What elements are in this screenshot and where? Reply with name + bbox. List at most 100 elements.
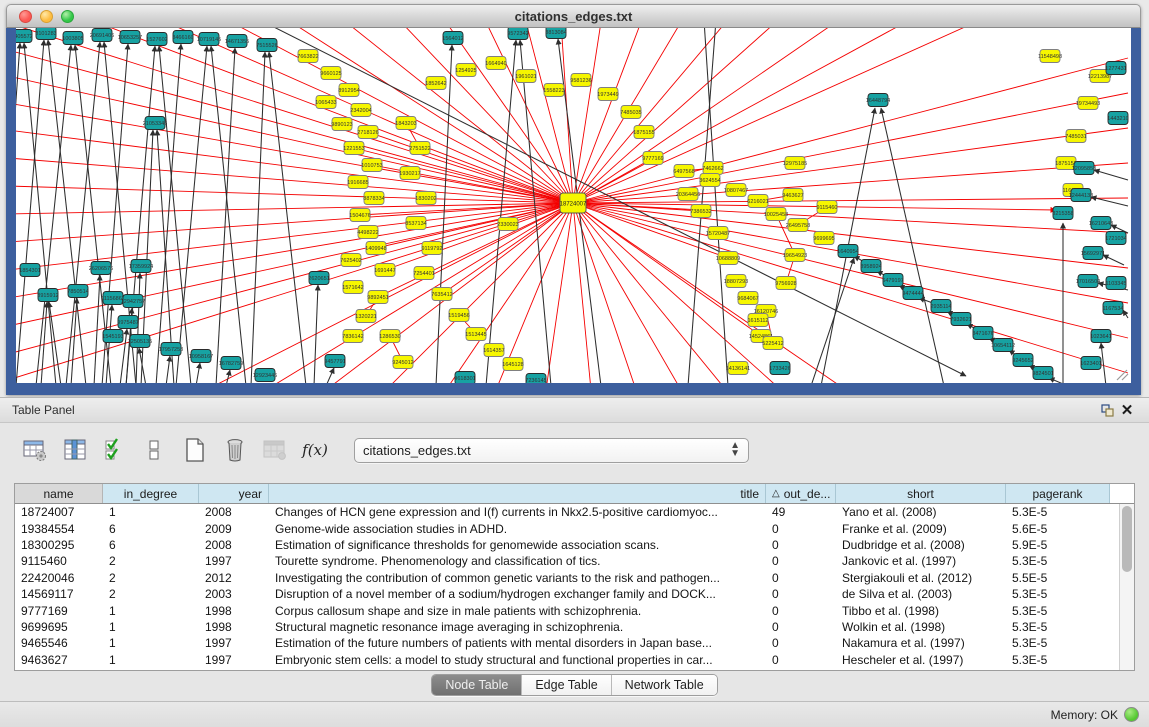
graph-node[interactable]: 17016504	[1076, 275, 1100, 288]
graph-node[interactable]: 2405572	[16, 30, 33, 43]
graph-node[interactable]: 1286530	[379, 330, 400, 343]
graph-node[interactable]: 1615112	[747, 314, 768, 327]
graph-node[interactable]: 12975185	[783, 157, 807, 170]
graph-node[interactable]: 1545193	[102, 330, 123, 343]
graph-node[interactable]: 9975487	[117, 316, 138, 329]
graph-node[interactable]: 9474444	[902, 287, 923, 300]
graph-node[interactable]: 1875155	[633, 126, 654, 139]
graph-node[interactable]: 9824501	[1032, 367, 1053, 380]
graph-node[interactable]: 1443210	[1107, 112, 1128, 125]
graph-node[interactable]: 21053346	[143, 117, 167, 130]
graph-node[interactable]: 9115460	[816, 201, 837, 214]
graph-node[interactable]: 7386532	[690, 205, 711, 218]
graph-node[interactable]: 1103345	[1105, 277, 1126, 290]
graph-node[interactable]: 8537134	[405, 217, 426, 230]
column-header-pagerank[interactable]: pagerank	[1006, 484, 1110, 503]
graph-node[interactable]: 15692971	[1081, 247, 1105, 260]
network-table-select[interactable]: citations_edges.txt ▲▼	[354, 438, 749, 463]
graph-node[interactable]: 7462662	[702, 162, 723, 175]
graph-hub-node[interactable]: 18724007	[560, 193, 587, 213]
graph-node[interactable]: 8215358	[1052, 207, 1073, 220]
graph-node[interactable]: 8878334	[363, 192, 384, 205]
graph-node[interactable]: 20364456	[676, 188, 700, 201]
table-row[interactable]: 2242004622012Investigating the contribut…	[15, 570, 1134, 586]
scrollbar-thumb[interactable]	[1122, 506, 1132, 572]
graph-node[interactable]: 7254401	[413, 267, 434, 280]
graph-node[interactable]: 12923446	[253, 369, 277, 382]
graph-node[interactable]: 6479197	[882, 274, 903, 287]
create-column-button[interactable]	[180, 435, 210, 465]
graph-node[interactable]: 17957253	[159, 343, 183, 356]
graph-node[interactable]: 2718126	[357, 126, 378, 139]
graph-node[interactable]: 1623401	[1080, 357, 1101, 370]
graph-node[interactable]: 1277431	[1105, 62, 1126, 75]
table-options-button[interactable]	[20, 435, 50, 465]
graph-node[interactable]: 16448794	[866, 94, 890, 107]
column-header-name[interactable]: name	[15, 484, 103, 503]
graph-node[interactable]: 12444138	[1069, 189, 1093, 202]
graph-node[interactable]: 2751522	[409, 142, 430, 155]
table-scrollbar[interactable]	[1119, 504, 1134, 670]
graph-node[interactable]: 6216021	[747, 195, 768, 208]
graph-node[interactable]: 11548498	[1038, 50, 1062, 63]
close-window-button[interactable]	[19, 10, 32, 23]
graph-node[interactable]: 16210643	[1089, 217, 1113, 230]
graph-node[interactable]: 1023641	[1090, 330, 1111, 343]
table-row[interactable]: 946554611997Estimation of the future num…	[15, 635, 1134, 651]
graph-node[interactable]: 6497568	[673, 165, 694, 178]
graph-node[interactable]: 7850514	[67, 285, 88, 298]
graph-node[interactable]: 3915912	[37, 289, 58, 302]
graph-node[interactable]: 7932621	[950, 313, 971, 326]
table-row[interactable]: 1872400712008Changes of HCN gene express…	[15, 504, 1134, 520]
graph-node[interactable]: 9618301	[454, 372, 475, 384]
graph-node[interactable]: 9457791	[324, 355, 345, 368]
graph-node[interactable]: 18807293	[724, 275, 748, 288]
window-titlebar[interactable]: citations_edges.txt	[6, 4, 1141, 28]
table-row[interactable]: 911546021997Tourette syndrome. Phenomeno…	[15, 553, 1134, 569]
graph-node[interactable]: 1961021	[515, 70, 536, 83]
graph-node[interactable]: 12505135	[128, 335, 152, 348]
graph-node[interactable]: 7635412	[431, 288, 452, 301]
graph-node[interactable]: 7485031	[1065, 130, 1086, 143]
graph-node[interactable]: 19654923	[783, 249, 807, 262]
column-header-short[interactable]: short	[836, 484, 1006, 503]
graph-node[interactable]: 9245652	[1012, 354, 1033, 367]
graph-node[interactable]: 8958924	[860, 260, 881, 273]
graph-node[interactable]: 2935114	[930, 300, 951, 313]
graph-node[interactable]: 1916685	[347, 176, 368, 189]
graph-node[interactable]: 26495758	[786, 219, 810, 232]
graph-node[interactable]: 1830202	[415, 192, 436, 205]
graph-node[interactable]: 1409948	[365, 242, 386, 255]
network-canvas[interactable]: 2405572810128310038052069140610653257152…	[16, 28, 1131, 383]
graph-node[interactable]: 1010753	[361, 159, 382, 172]
graph-node[interactable]: 9890123	[331, 118, 352, 131]
tab-edge-table[interactable]: Edge Table	[522, 675, 611, 695]
zoom-window-button[interactable]	[61, 10, 74, 23]
graph-node[interactable]: 1167534	[1102, 302, 1123, 315]
graph-node[interactable]: 10654112	[991, 339, 1015, 352]
column-header-year[interactable]: year	[199, 484, 269, 503]
graph-node[interactable]: 20691406	[90, 29, 114, 42]
delete-table-button[interactable]	[260, 435, 290, 465]
graph-node[interactable]: 10719145	[197, 33, 221, 46]
table-row[interactable]: 1938455462009Genome-wide association stu…	[15, 520, 1134, 536]
table-row[interactable]: 946362711997Embryonic stem cells: a mode…	[15, 652, 1134, 668]
unselect-all-button[interactable]	[140, 435, 170, 465]
graph-node[interactable]: 1852642	[425, 77, 446, 90]
graph-node[interactable]: 7625402	[340, 254, 361, 267]
graph-node[interactable]: 12942757	[121, 295, 145, 308]
graph-node[interactable]: 1519456	[448, 309, 469, 322]
table-row[interactable]: 1456911722003Disruption of a novel membe…	[15, 586, 1134, 602]
graph-node[interactable]: 1854301	[19, 264, 40, 277]
graph-node[interactable]: 17359924	[129, 260, 153, 273]
graph-node[interactable]: 1320221	[355, 310, 376, 323]
graph-node[interactable]: 8912954	[338, 84, 359, 97]
graph-node[interactable]: 1003805	[62, 32, 83, 45]
graph-node[interactable]: 9572342	[507, 28, 528, 40]
graph-node[interactable]: 1691447	[374, 264, 395, 277]
graph-node[interactable]: 1973449	[597, 88, 618, 101]
graph-node[interactable]: 10653257	[118, 31, 142, 44]
graph-node[interactable]: 1645128	[502, 358, 523, 371]
graph-node[interactable]: 2342004	[350, 104, 371, 117]
graph-node[interactable]: 8101283	[35, 28, 56, 40]
